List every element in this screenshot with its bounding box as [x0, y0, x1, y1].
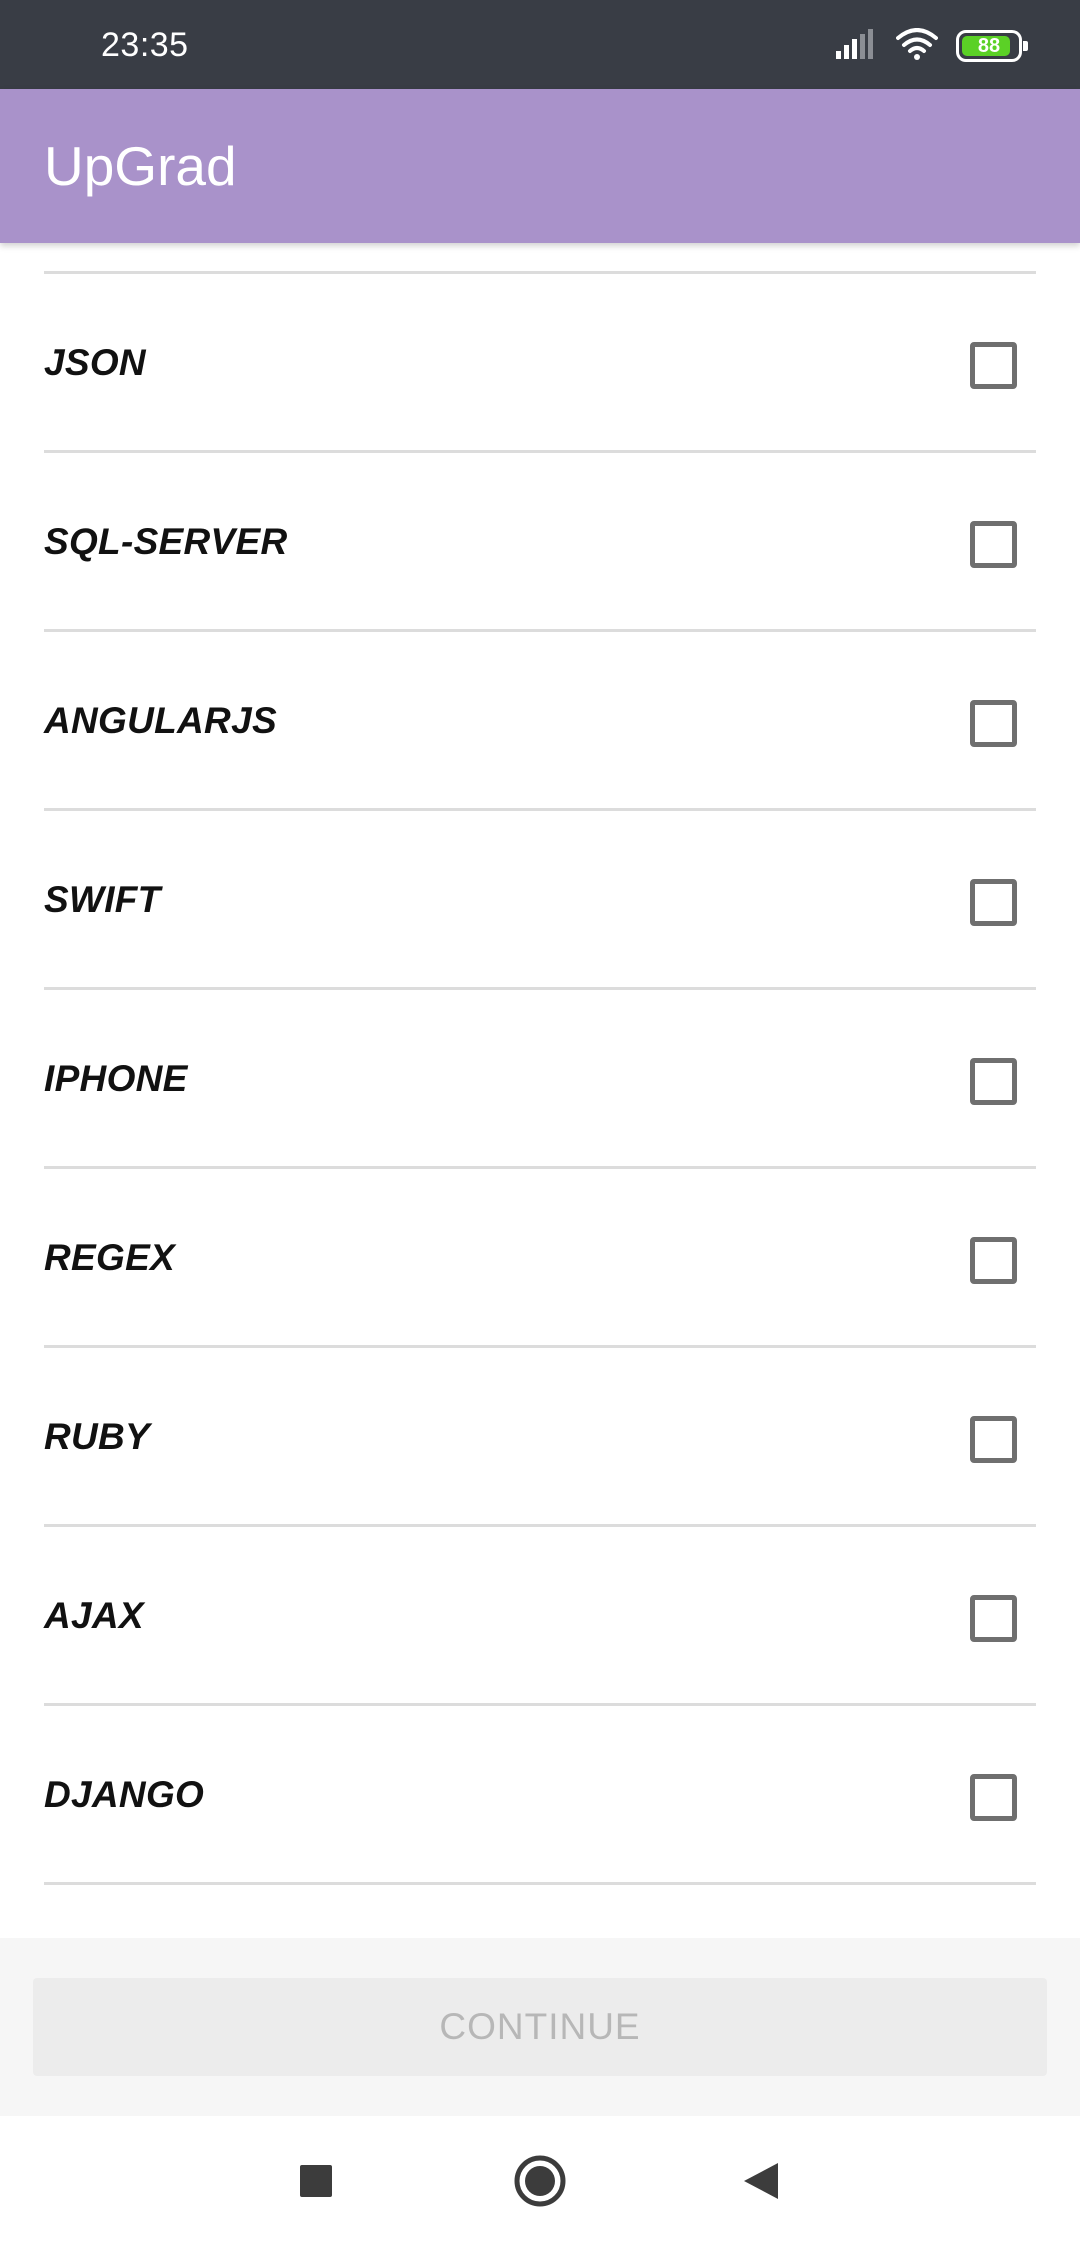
checkbox[interactable] — [970, 521, 1017, 568]
skills-list[interactable]: NODE.JS JSON SQL-SERVER ANGULARJS SWIFT IPHON… — [0, 243, 1080, 1938]
checkbox[interactable] — [970, 1774, 1017, 1821]
app-bar: UpGrad — [0, 89, 1080, 243]
list-item[interactable]: SWIFT — [0, 811, 1080, 990]
list-item[interactable]: SQL-SERVER — [0, 453, 1080, 632]
list-item[interactable]: IPHONE — [0, 990, 1080, 1169]
list-item[interactable]: REGEX — [0, 1169, 1080, 1348]
checkbox[interactable] — [970, 1595, 1017, 1642]
checkbox[interactable] — [970, 342, 1017, 389]
status-time: 23:35 — [101, 26, 189, 64]
battery-tip — [1023, 41, 1028, 51]
list-item[interactable]: ANGULARJS — [0, 632, 1080, 811]
list-item[interactable]: NODE.JS — [0, 243, 1080, 274]
battery-level: 88 — [977, 34, 1001, 57]
status-icons: 88 — [836, 27, 1028, 65]
list-item-label: AJAX — [44, 1594, 144, 1636]
checkbox[interactable] — [970, 700, 1017, 747]
list-item-label: JSON — [44, 341, 146, 383]
wifi-icon — [896, 27, 938, 65]
list-item[interactable]: JSON — [0, 274, 1080, 453]
app-title: UpGrad — [44, 135, 237, 197]
continue-button[interactable]: CONTINUE — [33, 1978, 1047, 2076]
list-item[interactable]: AJAX — [0, 1527, 1080, 1706]
list-item-label: REGEX — [44, 1236, 176, 1278]
signal-icon — [836, 28, 878, 64]
checkbox[interactable] — [970, 1058, 1017, 1105]
divider — [44, 1882, 1036, 1885]
checkbox[interactable] — [970, 879, 1017, 926]
status-bar: 23:35 88 — [0, 0, 1080, 89]
home-circle-icon[interactable] — [505, 2146, 575, 2216]
list-item-label: ANGULARJS — [44, 699, 277, 741]
list-item-label: NODE.JS — [44, 243, 209, 272]
battery-icon: 88 — [956, 30, 1028, 62]
checkbox[interactable] — [970, 1416, 1017, 1463]
list-item-label: RUBY — [44, 1415, 151, 1457]
list-item[interactable]: DJANGO — [0, 1706, 1080, 1885]
list-item-label: SWIFT — [44, 878, 161, 920]
list-item-label: IPHONE — [44, 1057, 188, 1099]
skills-list-content: NODE.JS JSON SQL-SERVER ANGULARJS SWIFT IPHON… — [0, 243, 1080, 1885]
checkbox[interactable] — [970, 1237, 1017, 1284]
footer-action-area: CONTINUE — [0, 1938, 1080, 2116]
system-nav-bar — [0, 2116, 1080, 2246]
list-item[interactable]: RUBY — [0, 1348, 1080, 1527]
recents-square-icon[interactable] — [281, 2146, 351, 2216]
back-triangle-icon[interactable] — [726, 2146, 796, 2216]
list-item-label: SQL-SERVER — [44, 520, 288, 562]
list-item-label: DJANGO — [44, 1773, 205, 1815]
